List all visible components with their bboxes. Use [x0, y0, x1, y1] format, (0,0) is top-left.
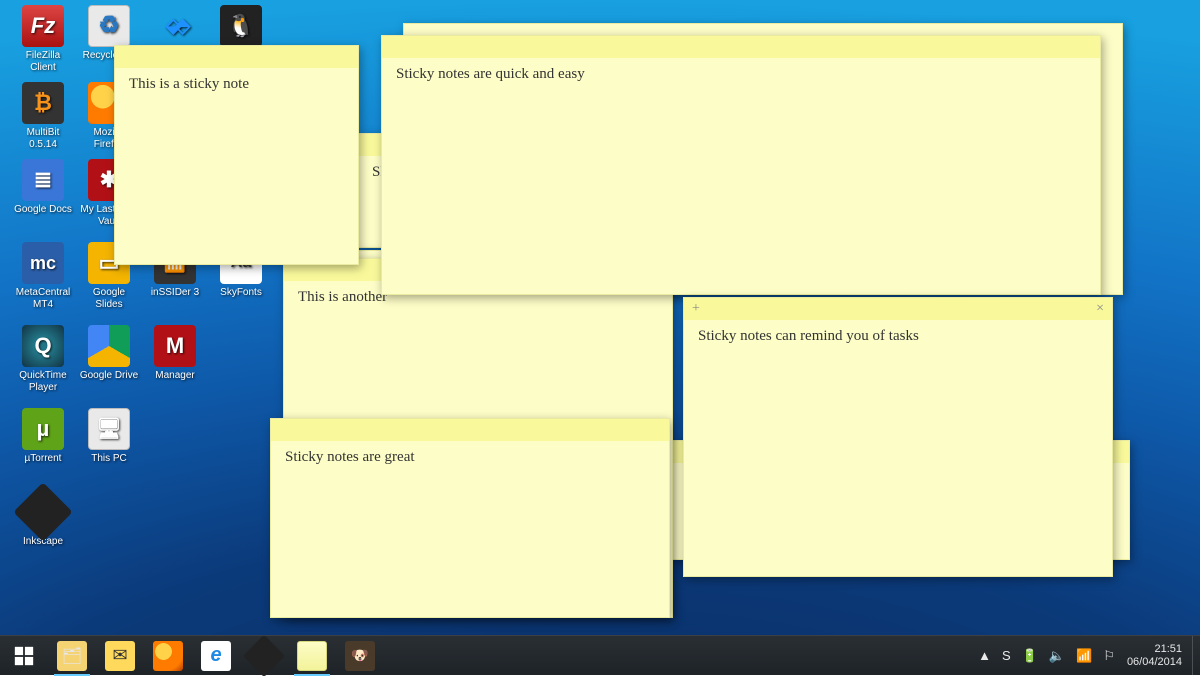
- taskbar: ▲ S 🔋 🔈 📶 ⚐ 21:51 06/04/2014: [0, 635, 1200, 675]
- note-body[interactable]: This is a sticky note: [129, 76, 344, 93]
- icon-label: Google Slides: [78, 287, 140, 311]
- app-icon: [88, 325, 130, 367]
- desktop-icon[interactable]: [210, 5, 272, 50]
- note-body[interactable]: Sticky notes are great: [285, 449, 655, 466]
- icon-label: Google Drive: [78, 370, 140, 382]
- sticky-notes[interactable]: [288, 636, 336, 676]
- close-note-button[interactable]: ×: [1096, 301, 1104, 317]
- inkscape[interactable]: [240, 636, 288, 676]
- note-body[interactable]: Sticky notes are quick and easy: [396, 66, 1086, 83]
- show-desktop-button[interactable]: [1192, 636, 1200, 675]
- tray-icon[interactable]: 🔈: [1049, 648, 1065, 664]
- tray-icon[interactable]: 📶: [1076, 648, 1092, 664]
- app-icon: [22, 159, 64, 201]
- app-icon: [22, 242, 64, 284]
- file-explorer-icon: [57, 641, 87, 671]
- clock-time: 21:51: [1127, 643, 1182, 656]
- outlook-icon: [105, 641, 135, 671]
- desktop-icon[interactable]: Google Docs: [12, 159, 74, 216]
- tray-icon[interactable]: 🔋: [1022, 648, 1038, 664]
- icon-label: Google Docs: [12, 204, 74, 216]
- note-body[interactable]: Sticky notes can remind you of tasks: [698, 328, 1098, 345]
- gimp-icon: [345, 641, 375, 671]
- desktop-icon[interactable]: µTorrent: [12, 408, 74, 465]
- firefox-icon: [153, 641, 183, 671]
- app-icon: [154, 5, 196, 47]
- outlook[interactable]: [96, 636, 144, 676]
- desktop-icon[interactable]: Inkscape: [12, 491, 74, 548]
- icon-label: FileZilla Client: [12, 50, 74, 74]
- tray-icon[interactable]: ▲: [978, 648, 991, 663]
- icon-label: SkyFonts: [210, 287, 272, 299]
- app-icon: [220, 5, 262, 47]
- desktop[interactable]: FileZilla ClientRecycle BinDropboxMultiB…: [0, 0, 1200, 675]
- system-tray[interactable]: ▲ S 🔋 🔈 📶 ⚐: [970, 636, 1123, 675]
- note-titlebar[interactable]: [382, 36, 1100, 58]
- new-note-button[interactable]: +: [692, 301, 700, 317]
- tray-icon[interactable]: ⚐: [1103, 648, 1115, 664]
- sticky-note[interactable]: Sticky notes are quick and easy: [381, 35, 1101, 295]
- desktop-icon[interactable]: FileZilla Client: [12, 5, 74, 74]
- app-icon: [13, 482, 72, 541]
- desktop-icon[interactable]: MetaCentral MT4: [12, 242, 74, 311]
- icon-label: inSSIDer 3: [144, 287, 206, 299]
- note-titlebar[interactable]: [271, 419, 669, 441]
- tray-icon[interactable]: S: [1002, 648, 1011, 663]
- sticky-note[interactable]: +×Sticky notes can remind you of tasks: [683, 297, 1113, 577]
- icon-label: MetaCentral MT4: [12, 287, 74, 311]
- app-icon: [22, 82, 64, 124]
- app-icon: [22, 5, 64, 47]
- icon-label: QuickTime Player: [12, 370, 74, 394]
- desktop-icon[interactable]: MultiBit 0.5.14: [12, 82, 74, 151]
- desktop-icon[interactable]: This PC: [78, 408, 140, 465]
- sticky-note[interactable]: This is a sticky note: [114, 45, 359, 265]
- note-titlebar[interactable]: +×: [684, 298, 1112, 320]
- firefox[interactable]: [144, 636, 192, 676]
- app-icon: [22, 325, 64, 367]
- app-icon: [88, 5, 130, 47]
- start-button[interactable]: [0, 636, 48, 676]
- clock-date: 06/04/2014: [1127, 656, 1182, 669]
- icon-label: Manager: [144, 370, 206, 382]
- sticky-notes-icon: [297, 641, 327, 671]
- app-icon: [154, 325, 196, 367]
- icon-label: This PC: [78, 453, 140, 465]
- note-titlebar[interactable]: [115, 46, 358, 68]
- internet-explorer-icon: [201, 641, 231, 671]
- icon-label: MultiBit 0.5.14: [12, 127, 74, 151]
- gimp[interactable]: [336, 636, 384, 676]
- inkscape-icon: [243, 634, 285, 676]
- file-explorer[interactable]: [48, 636, 96, 676]
- desktop-icon[interactable]: QuickTime Player: [12, 325, 74, 394]
- icon-label: µTorrent: [12, 453, 74, 465]
- app-icon: [22, 408, 64, 450]
- desktop-icon[interactable]: Google Drive: [78, 325, 140, 382]
- sticky-note[interactable]: Sticky notes are great: [270, 418, 670, 618]
- internet-explorer[interactable]: [192, 636, 240, 676]
- start-button-icon: [9, 641, 39, 671]
- clock[interactable]: 21:51 06/04/2014: [1123, 643, 1192, 669]
- app-icon: [88, 408, 130, 450]
- desktop-icon[interactable]: Manager: [144, 325, 206, 382]
